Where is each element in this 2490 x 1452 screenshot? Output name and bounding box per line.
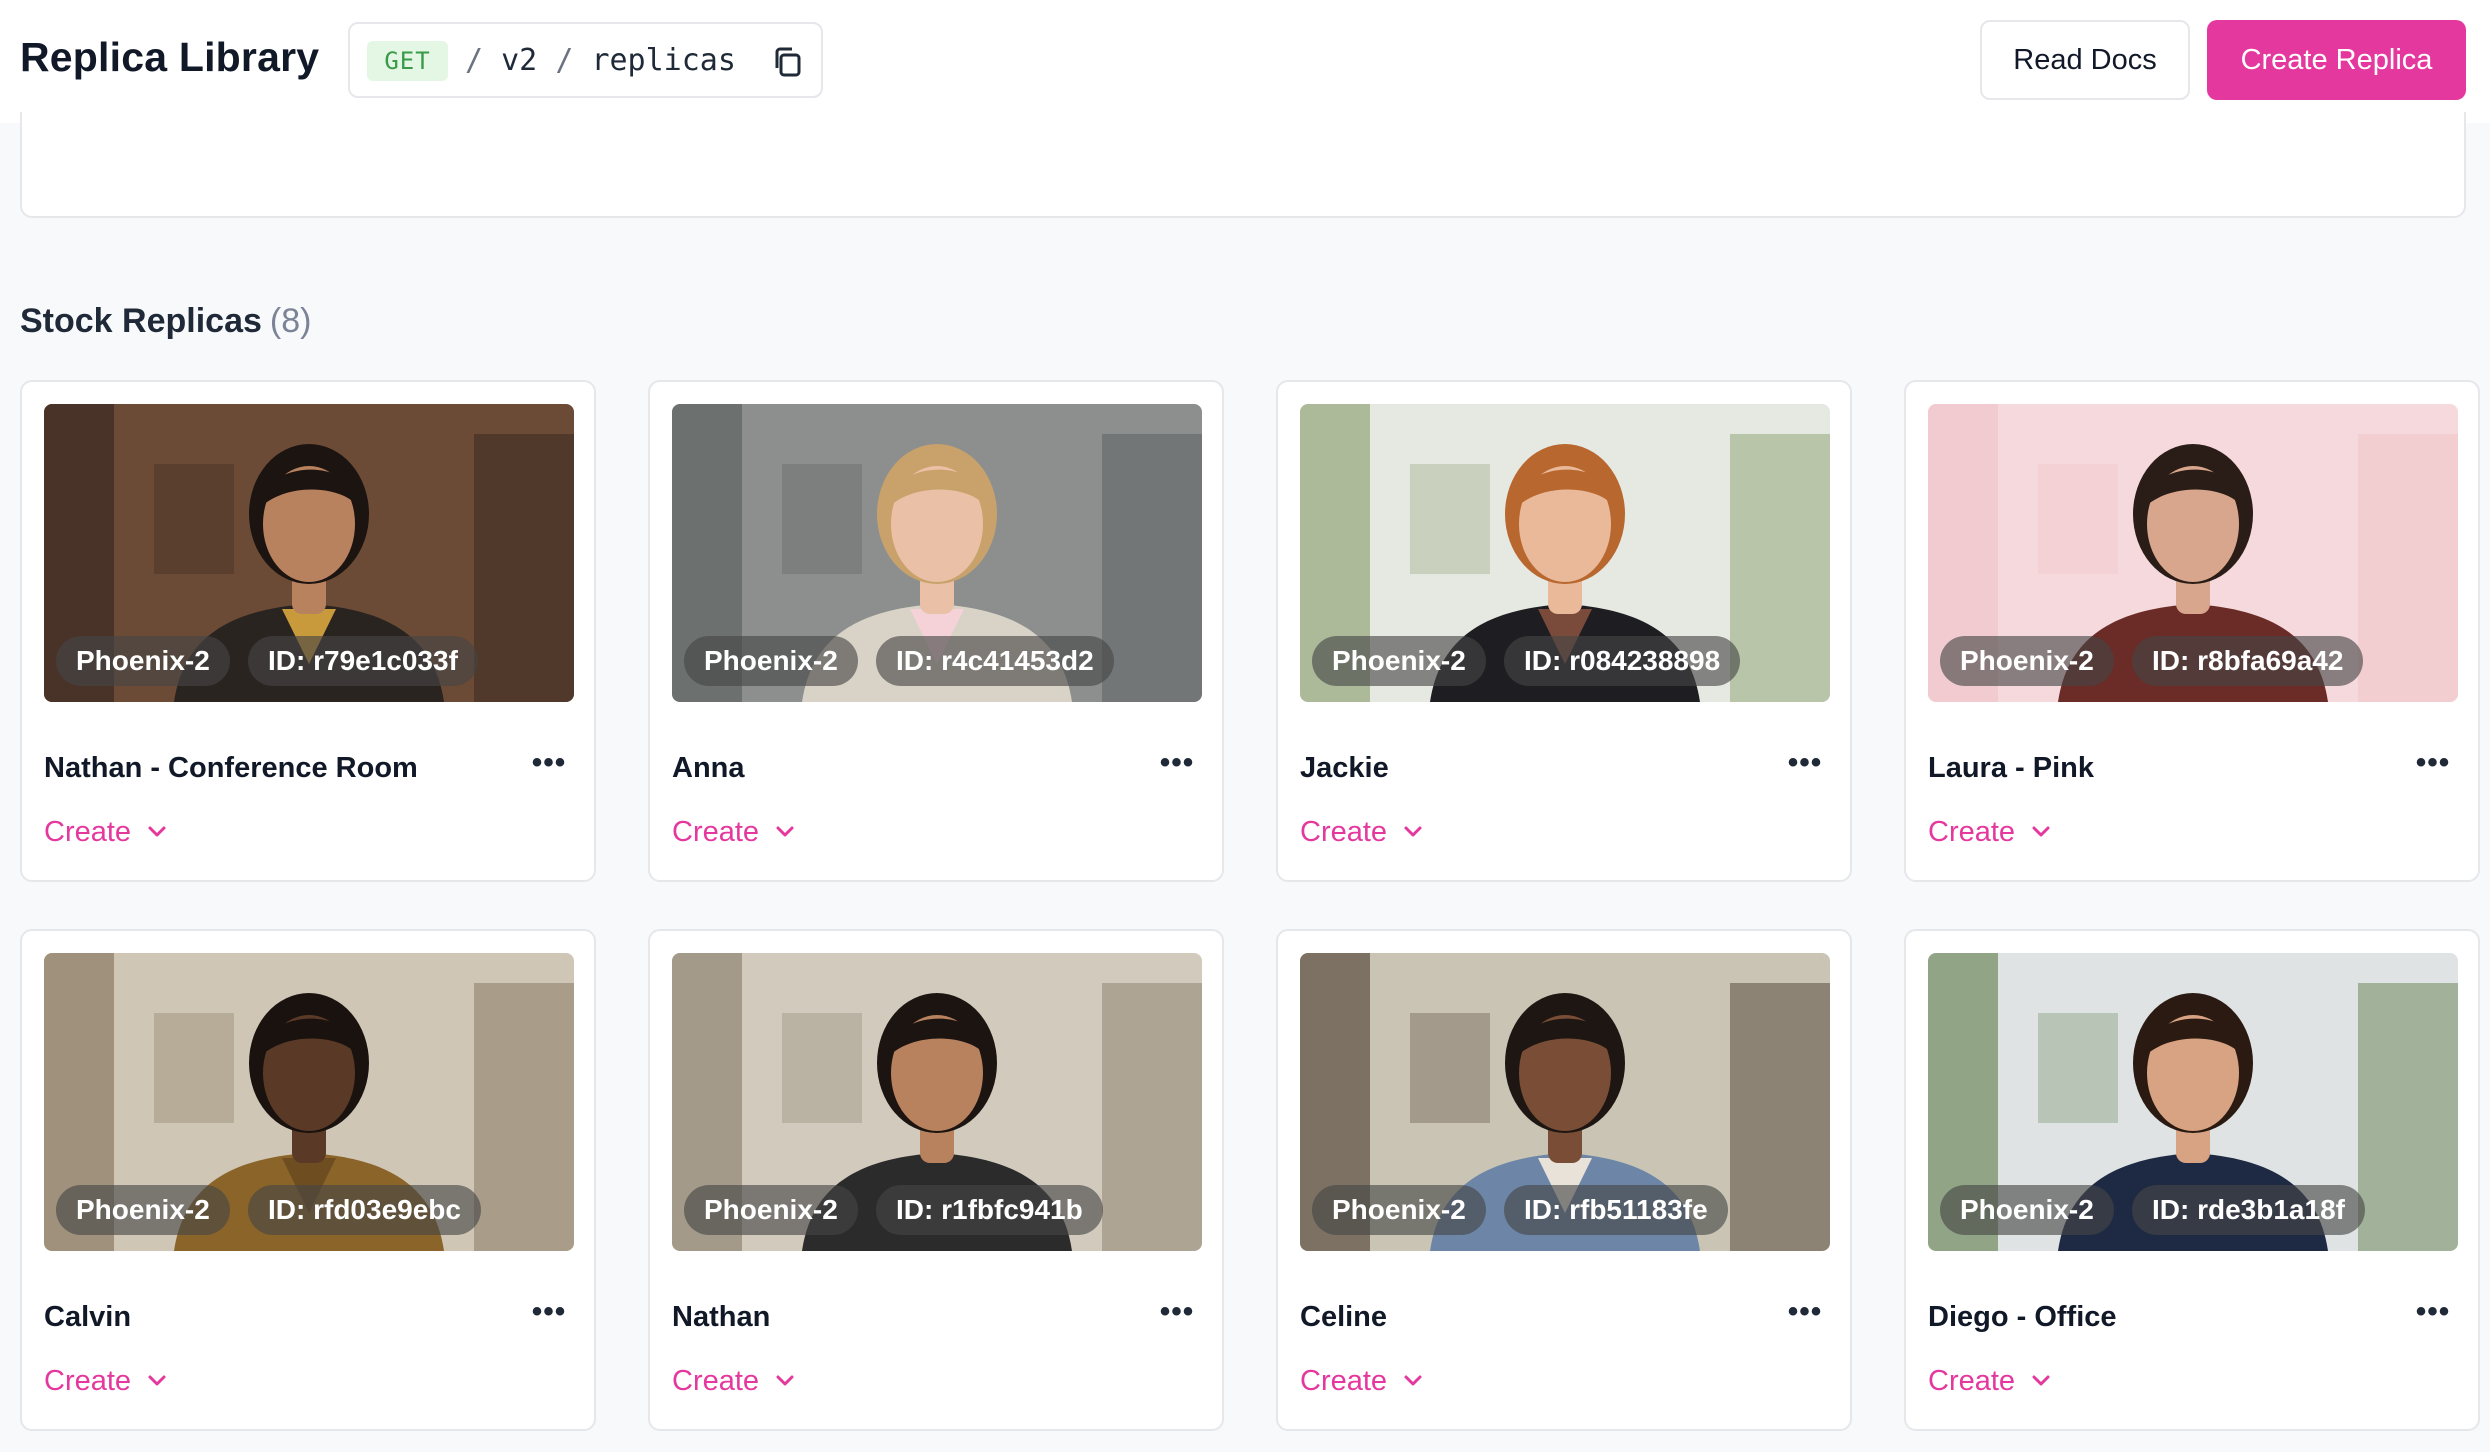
replica-id-badge: ID: r084238898 <box>1504 636 1741 686</box>
copy-icon[interactable] <box>768 42 808 82</box>
replica-thumbnail[interactable]: Phoenix-2 ID: r79e1c033f <box>44 404 574 702</box>
replica-thumbnail[interactable]: Phoenix-2 ID: r1fbfc941b <box>672 953 1202 1251</box>
create-label: Create <box>1928 815 2016 848</box>
chevron-down-icon <box>776 826 794 837</box>
replica-thumbnail[interactable]: Phoenix-2 ID: r8bfa69a42 <box>1928 404 2458 702</box>
model-badge: Phoenix-2 <box>1940 636 2114 686</box>
replica-thumbnail[interactable]: Phoenix-2 ID: r4c41453d2 <box>672 404 1202 702</box>
api-endpoint: GET / v2 / replicas <box>348 22 823 98</box>
path-segment-resource: replicas <box>591 43 736 78</box>
chevron-down-icon <box>148 826 166 837</box>
more-horizontal-icon[interactable]: ••• <box>2411 1297 2455 1337</box>
replica-thumbnail[interactable]: Phoenix-2 ID: rfd03e9ebc <box>44 953 574 1251</box>
more-horizontal-icon[interactable]: ••• <box>1155 1297 1199 1337</box>
model-badge: Phoenix-2 <box>684 1185 858 1235</box>
create-dropdown[interactable]: Create <box>672 812 795 852</box>
path-separator: / <box>555 43 574 78</box>
model-badge: Phoenix-2 <box>56 1185 230 1235</box>
replica-name: Calvin <box>44 1301 132 1333</box>
model-badge: Phoenix-2 <box>56 636 230 686</box>
replica-thumbnail[interactable]: Phoenix-2 ID: r084238898 <box>1300 404 1830 702</box>
create-dropdown[interactable]: Create <box>1928 812 2051 852</box>
create-dropdown[interactable]: Create <box>44 812 167 852</box>
chevron-down-icon <box>148 1375 166 1386</box>
path-separator: / <box>465 43 484 78</box>
more-horizontal-icon[interactable]: ••• <box>1783 748 1827 788</box>
create-dropdown[interactable]: Create <box>1300 1361 1423 1401</box>
create-dropdown[interactable]: Create <box>672 1361 795 1401</box>
replica-id-badge: ID: r4c41453d2 <box>876 636 1114 686</box>
replica-name: Nathan <box>672 1301 771 1333</box>
replica-id-badge: ID: rde3b1a18f <box>2132 1185 2365 1235</box>
more-horizontal-icon[interactable]: ••• <box>1155 748 1199 788</box>
replica-id-badge: ID: rfb51183fe <box>1504 1185 1728 1235</box>
more-horizontal-icon[interactable]: ••• <box>2411 748 2455 788</box>
replica-name: Diego - Office <box>1928 1301 2117 1333</box>
model-badge: Phoenix-2 <box>684 636 858 686</box>
model-badge: Phoenix-2 <box>1312 636 1486 686</box>
chevron-down-icon <box>2032 826 2050 837</box>
replica-card[interactable]: Phoenix-2 ID: rde3b1a18f Diego - Office … <box>1904 929 2480 1431</box>
replica-thumbnail[interactable]: Phoenix-2 ID: rfb51183fe <box>1300 953 1830 1251</box>
chevron-down-icon <box>1404 826 1422 837</box>
create-dropdown[interactable]: Create <box>1928 1361 2051 1401</box>
endpoint-path: / v2 / replicas <box>465 41 736 81</box>
replica-name: Jackie <box>1300 752 1389 784</box>
path-segment-version: v2 <box>501 43 538 78</box>
model-badge: Phoenix-2 <box>1940 1185 2114 1235</box>
replica-id-badge: ID: r79e1c033f <box>248 636 478 686</box>
replica-id-badge: ID: r8bfa69a42 <box>2132 636 2364 686</box>
replica-card[interactable]: Phoenix-2 ID: r4c41453d2 Anna ••• Create <box>648 380 1224 882</box>
replica-card[interactable]: Phoenix-2 ID: r1fbfc941b Nathan ••• Crea… <box>648 929 1224 1431</box>
replicas-panel <box>20 112 2466 218</box>
replica-name: Anna <box>672 752 745 784</box>
create-label: Create <box>44 815 132 848</box>
chevron-down-icon <box>2032 1375 2050 1386</box>
replica-card[interactable]: Phoenix-2 ID: r084238898 Jackie ••• Crea… <box>1276 380 1852 882</box>
model-badge: Phoenix-2 <box>1312 1185 1486 1235</box>
replica-id-badge: ID: rfd03e9ebc <box>248 1185 481 1235</box>
replica-id-badge: ID: r1fbfc941b <box>876 1185 1103 1235</box>
create-label: Create <box>672 815 760 848</box>
top-bar: Replica Library GET / v2 / replicas Read… <box>0 0 2490 123</box>
section-title: Stock Replicas (8) <box>20 302 311 341</box>
create-replica-button[interactable]: Create Replica <box>2207 20 2466 100</box>
more-horizontal-icon[interactable]: ••• <box>527 748 571 788</box>
create-label: Create <box>1300 1364 1388 1397</box>
more-horizontal-icon[interactable]: ••• <box>527 1297 571 1337</box>
chevron-down-icon <box>776 1375 794 1386</box>
replica-card[interactable]: Phoenix-2 ID: r79e1c033f Nathan - Confer… <box>20 380 596 882</box>
http-method-badge: GET <box>367 41 448 81</box>
replica-card[interactable]: Phoenix-2 ID: rfb51183fe Celine ••• Crea… <box>1276 929 1852 1431</box>
create-label: Create <box>672 1364 760 1397</box>
create-label: Create <box>1928 1364 2016 1397</box>
chevron-down-icon <box>1404 1375 1422 1386</box>
replica-card[interactable]: Phoenix-2 ID: r8bfa69a42 Laura - Pink ••… <box>1904 380 2480 882</box>
section-count: (8) <box>269 302 312 340</box>
replica-name: Laura - Pink <box>1928 752 2094 784</box>
create-label: Create <box>1300 815 1388 848</box>
page-title: Replica Library <box>20 34 320 80</box>
replica-thumbnail[interactable]: Phoenix-2 ID: rde3b1a18f <box>1928 953 2458 1251</box>
section-title-label: Stock Replicas <box>20 302 262 340</box>
create-dropdown[interactable]: Create <box>44 1361 167 1401</box>
replica-card[interactable]: Phoenix-2 ID: rfd03e9ebc Calvin ••• Crea… <box>20 929 596 1431</box>
replica-name: Nathan - Conference Room <box>44 752 418 784</box>
read-docs-button[interactable]: Read Docs <box>1980 20 2190 100</box>
create-dropdown[interactable]: Create <box>1300 812 1423 852</box>
create-label: Create <box>44 1364 132 1397</box>
replica-name: Celine <box>1300 1301 1388 1333</box>
more-horizontal-icon[interactable]: ••• <box>1783 1297 1827 1337</box>
